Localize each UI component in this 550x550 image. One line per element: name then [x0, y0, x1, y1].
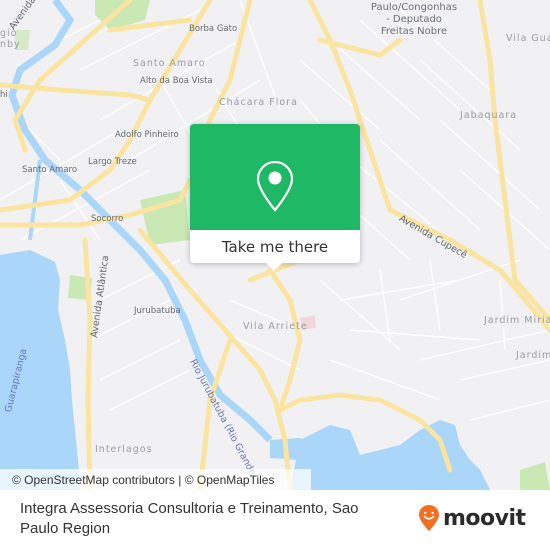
- neighborhood-label-vila-arriete: Vila Arriete: [243, 321, 308, 332]
- place-title: Integra Assessoria Consultoria e Treinam…: [20, 500, 359, 537]
- popup-header: [190, 124, 360, 230]
- neighborhood-label-jabaquara: Jabaquara: [460, 110, 518, 121]
- airport-label-congonhas: Paulo/Congonhas - Deputado Freitas Nobre: [349, 2, 479, 38]
- station-label-socorro: Socorro: [91, 214, 124, 224]
- airport-label-line-1: Paulo/Congonhas: [370, 2, 458, 13]
- map-view[interactable]: Avenida das gio nby hi Borba Gato Santo …: [0, 0, 550, 490]
- map-attribution: © OpenStreetMap contributors | © OpenMap…: [0, 469, 311, 490]
- neighborhood-label-chacara-flora: Chácara Flora: [219, 97, 298, 108]
- place-label-hi: hi: [0, 90, 8, 100]
- airport-label-line-3: Freitas Nobre: [380, 26, 448, 37]
- moovit-logo[interactable]: moovit: [418, 504, 526, 532]
- popup-pointer: [266, 263, 282, 271]
- attribution-separator: |: [174, 472, 185, 487]
- station-label-borba-gato: Borba Gato: [189, 24, 238, 34]
- neighborhood-label-santo-amaro: Santo Amaro: [133, 58, 206, 69]
- place-label-nby: nby: [0, 39, 21, 50]
- neighborhood-label-vila-gua: Vila Gua: [506, 33, 550, 44]
- station-label-largo-treze: Largo Treze: [88, 157, 137, 167]
- station-label-jurubatuba: Jurubatuba: [134, 306, 181, 316]
- neighborhood-label-jardim-miria: Jardim Miria: [484, 315, 550, 326]
- moovit-pin-icon: [419, 505, 439, 531]
- station-label-adolfo-pinheiro: Adolfo Pinheiro: [115, 130, 179, 140]
- station-label-alto-da-boa-vista: Alto da Boa Vista: [140, 76, 213, 86]
- station-label-santo-amaro: Santo Amaro: [22, 165, 78, 175]
- map-pin-icon: [256, 160, 294, 212]
- moovit-wordmark: moovit: [443, 505, 526, 531]
- take-me-there-button[interactable]: Take me there: [190, 230, 360, 263]
- place-label-gio: gio: [0, 28, 18, 39]
- neighborhood-label-jardim: Jardim: [516, 350, 550, 361]
- airport-label-line-2: - Deputado: [386, 14, 442, 25]
- footer: Integra Assessoria Consultoria e Treinam…: [0, 490, 550, 550]
- neighborhood-label-interlagos: Interlagos: [95, 444, 153, 455]
- location-popup: Take me there: [190, 124, 360, 271]
- openmaptiles-attribution-link[interactable]: © OpenMapTiles: [185, 473, 275, 487]
- osm-attribution-link[interactable]: © OpenStreetMap contributors: [12, 473, 175, 487]
